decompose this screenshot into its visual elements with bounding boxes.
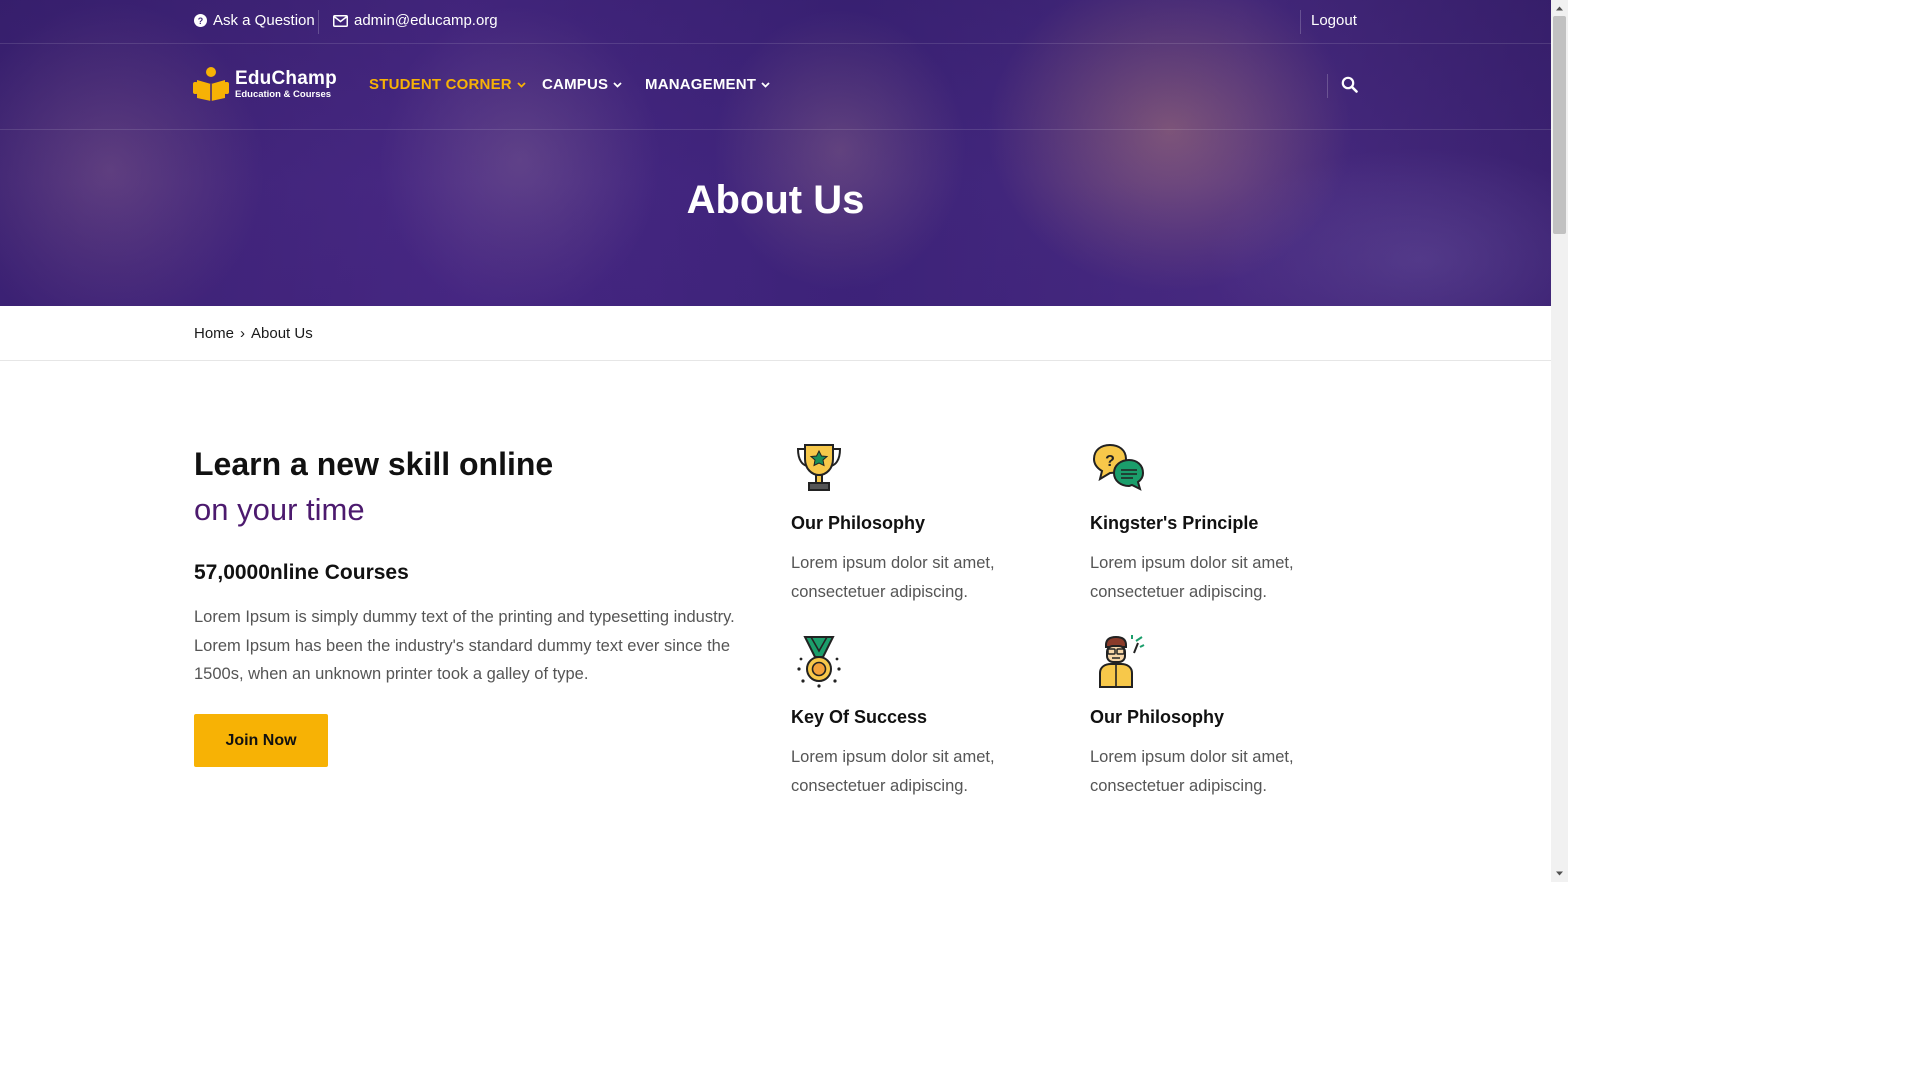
nav-divider [1327, 74, 1328, 98]
chat-bubbles-icon: ? [1092, 443, 1145, 491]
teacher-icon [1099, 635, 1145, 688]
hero-banner: ? Ask a Question admin@educamp.org Logou… [0, 0, 1551, 306]
ask-question-label: Ask a Question [213, 12, 315, 29]
site-logo[interactable]: EduChamp Education & Courses [193, 66, 337, 102]
chevron-down-icon [517, 81, 526, 88]
scroll-down-arrow-icon[interactable] [1555, 869, 1564, 878]
main-navbar: EduChamp Education & Courses STUDENT COR… [0, 44, 1551, 130]
breadcrumb-home-link[interactable]: Home [194, 325, 234, 342]
ask-question-link[interactable]: ? Ask a Question [194, 12, 315, 29]
email-link[interactable]: admin@educamp.org [333, 12, 498, 29]
about-description: Lorem Ipsum is simply dummy text of the … [194, 608, 735, 683]
logout-label: Logout [1311, 12, 1357, 29]
topbar-divider [318, 10, 319, 34]
nav-student-corner-label: STUDENT CORNER [369, 76, 512, 93]
trophy-icon [796, 444, 842, 491]
scroll-up-arrow-icon[interactable] [1555, 4, 1564, 13]
search-icon [1341, 76, 1358, 93]
logo-tagline: Education & Courses [235, 88, 332, 100]
about-heading: Learn a new skill online [194, 446, 554, 482]
logout-link[interactable]: Logout [1311, 12, 1357, 29]
search-button[interactable] [1341, 76, 1359, 94]
breadcrumb-current: About Us [251, 324, 313, 342]
breadcrumb-separator: › [240, 324, 246, 342]
courses-count: 57,0000nline Courses [194, 561, 409, 584]
feature-text: Lorem ipsum dolor sit amet, consectetuer… [1090, 748, 1294, 795]
envelope-icon [333, 14, 348, 27]
feature-title: Our Philosophy [1090, 707, 1225, 727]
nav-student-corner[interactable]: STUDENT CORNER [369, 76, 526, 93]
feature-card: ? Kingster's Principle Lorem ipsum dolor… [1090, 439, 1350, 609]
top-bar: ? Ask a Question admin@educamp.org Logou… [0, 0, 1551, 44]
page-scrollbar[interactable] [1551, 0, 1568, 882]
feature-text: Lorem ipsum dolor sit amet, consectetuer… [791, 748, 995, 795]
feature-title: Our Philosophy [791, 513, 926, 533]
feature-card: Key Of Success Lorem ipsum dolor sit ame… [791, 633, 1051, 803]
join-now-button[interactable]: Join Now [194, 714, 328, 767]
about-subheading: on your time [194, 492, 365, 527]
topbar-divider-right [1300, 10, 1301, 34]
feature-text: Lorem ipsum dolor sit amet, consectetuer… [1090, 554, 1294, 601]
feature-title: Kingster's Principle [1090, 513, 1259, 533]
breadcrumb: Home › About Us [0, 306, 1551, 361]
nav-campus-label: CAMPUS [542, 76, 609, 93]
chevron-down-icon [761, 81, 770, 88]
logo-name: EduChamp [235, 67, 337, 89]
feature-title: Key Of Success [791, 707, 928, 727]
svg-text:?: ? [198, 16, 203, 26]
medal-icon [797, 636, 841, 688]
feature-card: Our Philosophy Lorem ipsum dolor sit ame… [791, 439, 1051, 609]
svg-text:?: ? [1105, 453, 1115, 470]
email-label: admin@educamp.org [354, 12, 498, 29]
feature-card: Our Philosophy Lorem ipsum dolor sit ame… [1090, 633, 1350, 803]
feature-text: Lorem ipsum dolor sit amet, consectetuer… [791, 554, 995, 601]
question-circle-icon: ? [194, 14, 207, 27]
chevron-down-icon [613, 81, 622, 88]
nav-management[interactable]: MANAGEMENT [645, 76, 770, 93]
page-title: About Us [686, 178, 865, 222]
reading-student-logo-icon [193, 67, 229, 101]
nav-campus[interactable]: CAMPUS [542, 76, 622, 93]
nav-management-label: MANAGEMENT [645, 76, 757, 93]
scrollbar-thumb[interactable] [1553, 16, 1566, 234]
